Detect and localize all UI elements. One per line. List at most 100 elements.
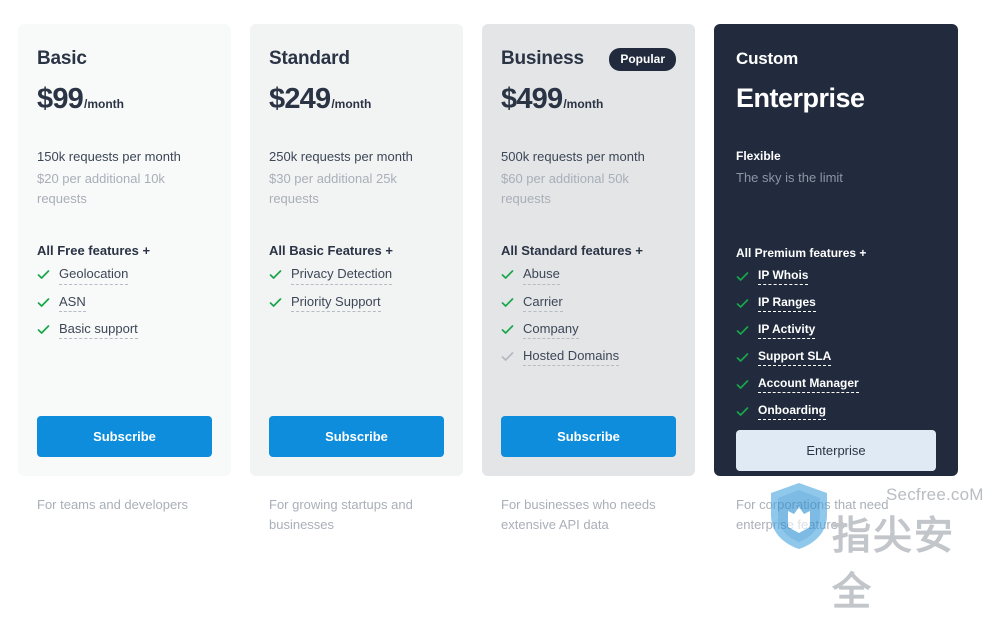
plan-price: Enterprise [736, 83, 865, 113]
plan-price-row: Enterprise [736, 85, 936, 118]
feature-item[interactable]: IP Activity [736, 322, 936, 339]
plan-cta-wrap: Subscribe [37, 416, 212, 476]
plan-name: Custom [736, 49, 799, 68]
plan-cta-wrap: Enterprise [736, 429, 936, 490]
feature-label: Account Manager [758, 376, 859, 393]
check-icon [736, 324, 749, 337]
feature-item[interactable]: Privacy Detection [269, 266, 444, 285]
plan-quota: Flexible The sky is the limit [736, 147, 936, 188]
feature-item[interactable]: Hosted Domains [501, 348, 676, 367]
plan-price-row: $99 /month [37, 85, 212, 118]
feature-item[interactable]: IP Ranges [736, 295, 936, 312]
feature-label: Geolocation [59, 266, 129, 285]
plan-footnote: For businesses who needs extensive API d… [501, 497, 656, 533]
plan-footnote: For growing startups and businesses [269, 497, 413, 533]
check-icon [736, 270, 749, 283]
plan-quota: 500k requests per month $60 per addition… [501, 147, 676, 209]
feature-item[interactable]: Carrier [501, 294, 676, 312]
feature-item[interactable]: Geolocation [37, 266, 212, 285]
feature-item[interactable]: Priority Support [269, 294, 444, 312]
subscribe-button-standard[interactable]: Subscribe [269, 416, 444, 457]
plan-quota-main: 500k requests per month [501, 149, 645, 164]
plan-quota: 150k requests per month $20 per addition… [37, 147, 212, 209]
check-icon [37, 296, 50, 309]
plan-price: $499 [501, 83, 563, 115]
feature-label: Priority Support [291, 294, 381, 312]
pricing-card-business: Business Popular $499 /month 500k reques… [482, 24, 695, 476]
feature-item[interactable]: Abuse [501, 266, 676, 285]
plan-column-custom: Custom Enterprise Flexible The sky is th… [714, 24, 958, 535]
plan-price: $99 [37, 83, 84, 115]
pricing-card-custom: Custom Enterprise Flexible The sky is th… [714, 24, 958, 476]
check-icon [736, 378, 749, 391]
feature-label: Privacy Detection [291, 266, 393, 285]
check-icon [501, 268, 514, 281]
feature-label: Carrier [523, 294, 563, 312]
check-icon [269, 268, 282, 281]
pricing-card-standard: Standard $249 /month 250k requests per m… [250, 24, 463, 476]
plan-price: $249 [269, 83, 331, 115]
subscribe-button-business[interactable]: Subscribe [501, 416, 676, 457]
check-icon [736, 405, 749, 418]
plan-billing-period: /month [84, 97, 124, 111]
enterprise-contact-button[interactable]: Enterprise [736, 429, 936, 471]
plan-column-business: Business Popular $499 /month 500k reques… [482, 24, 695, 535]
plan-header: Custom [736, 46, 936, 72]
feature-label: IP Activity [758, 322, 816, 339]
check-icon [37, 268, 50, 281]
check-icon [501, 323, 514, 336]
plan-quota-overage: $20 per additional 10k requests [37, 171, 165, 207]
popular-badge: Popular [609, 47, 676, 71]
plan-price-row: $249 /month [269, 85, 444, 118]
plan-quota-main: 150k requests per month [37, 149, 181, 164]
plan-features-heading: All Premium features + [736, 245, 867, 260]
plan-feature-list: Privacy Detection Priority Support [269, 266, 444, 321]
feature-item[interactable]: Onboarding [736, 403, 936, 420]
plan-quota: 250k requests per month $30 per addition… [269, 147, 444, 209]
plan-features-heading: All Standard features + [501, 243, 643, 259]
feature-label: Company [523, 321, 579, 340]
feature-item[interactable]: IP Whois [736, 268, 936, 285]
pricing-card-basic: Basic $99 /month 150k requests per month… [18, 24, 231, 476]
feature-item[interactable]: ASN [37, 294, 212, 312]
plan-cta-wrap: Subscribe [501, 416, 676, 476]
feature-label: ASN [59, 294, 86, 312]
feature-label: Hosted Domains [523, 348, 620, 367]
plan-name: Basic [37, 48, 87, 69]
feature-item[interactable]: Support SLA [736, 349, 936, 366]
feature-label: Basic support [59, 321, 138, 340]
plan-header: Basic [37, 46, 212, 72]
plan-feature-list: Geolocation ASN Basic support [37, 266, 212, 348]
plan-price-row: $499 /month [501, 85, 676, 118]
plan-features-heading: All Basic Features + [269, 243, 393, 259]
check-icon [501, 350, 514, 363]
feature-label: IP Ranges [758, 295, 816, 312]
feature-label: Onboarding [758, 403, 826, 420]
plan-billing-period: /month [331, 97, 372, 111]
plan-cta-wrap: Subscribe [269, 416, 444, 476]
plan-column-basic: Basic $99 /month 150k requests per month… [18, 24, 231, 535]
plan-footnote: For teams and developers [37, 497, 189, 512]
subscribe-button-basic[interactable]: Subscribe [37, 416, 212, 457]
plan-features-heading: All Free features + [37, 243, 151, 259]
plan-quota-main: Flexible [736, 149, 781, 163]
plan-name: Business [501, 48, 584, 69]
plan-header: Standard [269, 46, 444, 72]
plan-quota-overage: $60 per additional 50k requests [501, 171, 629, 207]
feature-item[interactable]: Account Manager [736, 376, 936, 393]
plan-header: Business Popular [501, 46, 676, 72]
feature-item[interactable]: Company [501, 321, 676, 340]
feature-item[interactable]: Basic support [37, 321, 212, 340]
feature-label: Support SLA [758, 349, 832, 366]
plan-billing-period: /month [563, 97, 604, 111]
check-icon [736, 351, 749, 364]
plan-feature-list: IP Whois IP Ranges IP Activity Support S… [736, 268, 936, 430]
check-icon [736, 297, 749, 310]
plan-name: Standard [269, 48, 350, 69]
check-icon [37, 323, 50, 336]
plan-quota-overage: The sky is the limit [736, 169, 843, 185]
plan-quota-overage: $30 per additional 25k requests [269, 171, 397, 207]
plan-feature-list: Abuse Carrier Company Hosted Domains [501, 266, 676, 375]
check-icon [501, 296, 514, 309]
pricing-plans-grid: Basic $99 /month 150k requests per month… [18, 24, 958, 535]
